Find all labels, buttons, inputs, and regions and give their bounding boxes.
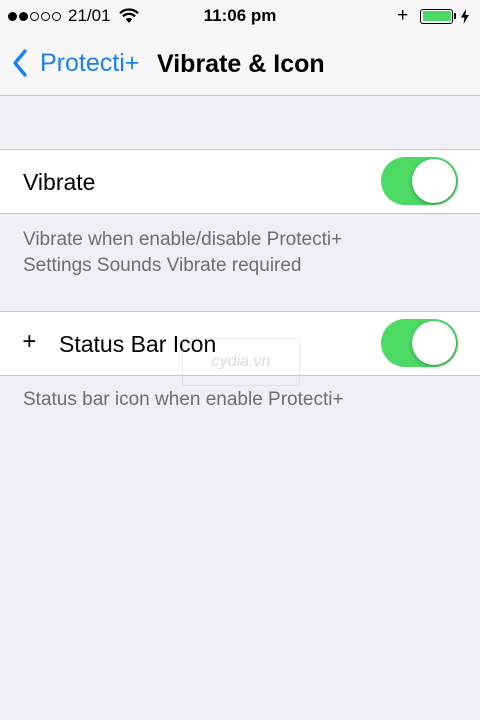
navigation-bar: Protecti+ Vibrate & Icon — [0, 32, 480, 96]
setting-label-vibrate: Vibrate — [23, 169, 96, 195]
back-button-label: Protecti+ — [40, 49, 140, 77]
vibrate-toggle[interactable] — [381, 157, 458, 205]
toggle-knob — [412, 159, 456, 203]
footer-line: Status bar icon when enable Protecti+ — [23, 389, 344, 410]
back-button[interactable]: Protecti+ — [12, 49, 139, 77]
toggle-knob — [412, 321, 456, 365]
battery-icon — [420, 8, 453, 24]
status-bar-icon-footer: Status bar icon when enable Protecti+ — [23, 387, 463, 413]
charging-bolt-icon — [461, 8, 469, 24]
footer-line: Settings Sounds Vibrate required — [23, 255, 302, 276]
plus-icon: + — [22, 328, 37, 355]
battery-nub — [454, 13, 456, 19]
battery-level — [422, 11, 451, 21]
status-bar-icon-toggle[interactable] — [381, 319, 458, 367]
chevron-left-icon — [13, 49, 27, 77]
footer-line: Vibrate when enable/disable Protecti+ — [23, 229, 343, 250]
page-title: Vibrate & Icon — [157, 50, 325, 78]
vibrate-footer: Vibrate when enable/disable Protecti+ Se… — [23, 227, 463, 279]
status-bar: 21/01 11:06 pm + — [0, 0, 480, 32]
status-bar-right: + — [396, 5, 470, 26]
watermark: cydia.vn — [182, 338, 300, 386]
tweak-status-icon: + — [396, 5, 408, 26]
setting-row-vibrate: Vibrate — [0, 149, 480, 214]
